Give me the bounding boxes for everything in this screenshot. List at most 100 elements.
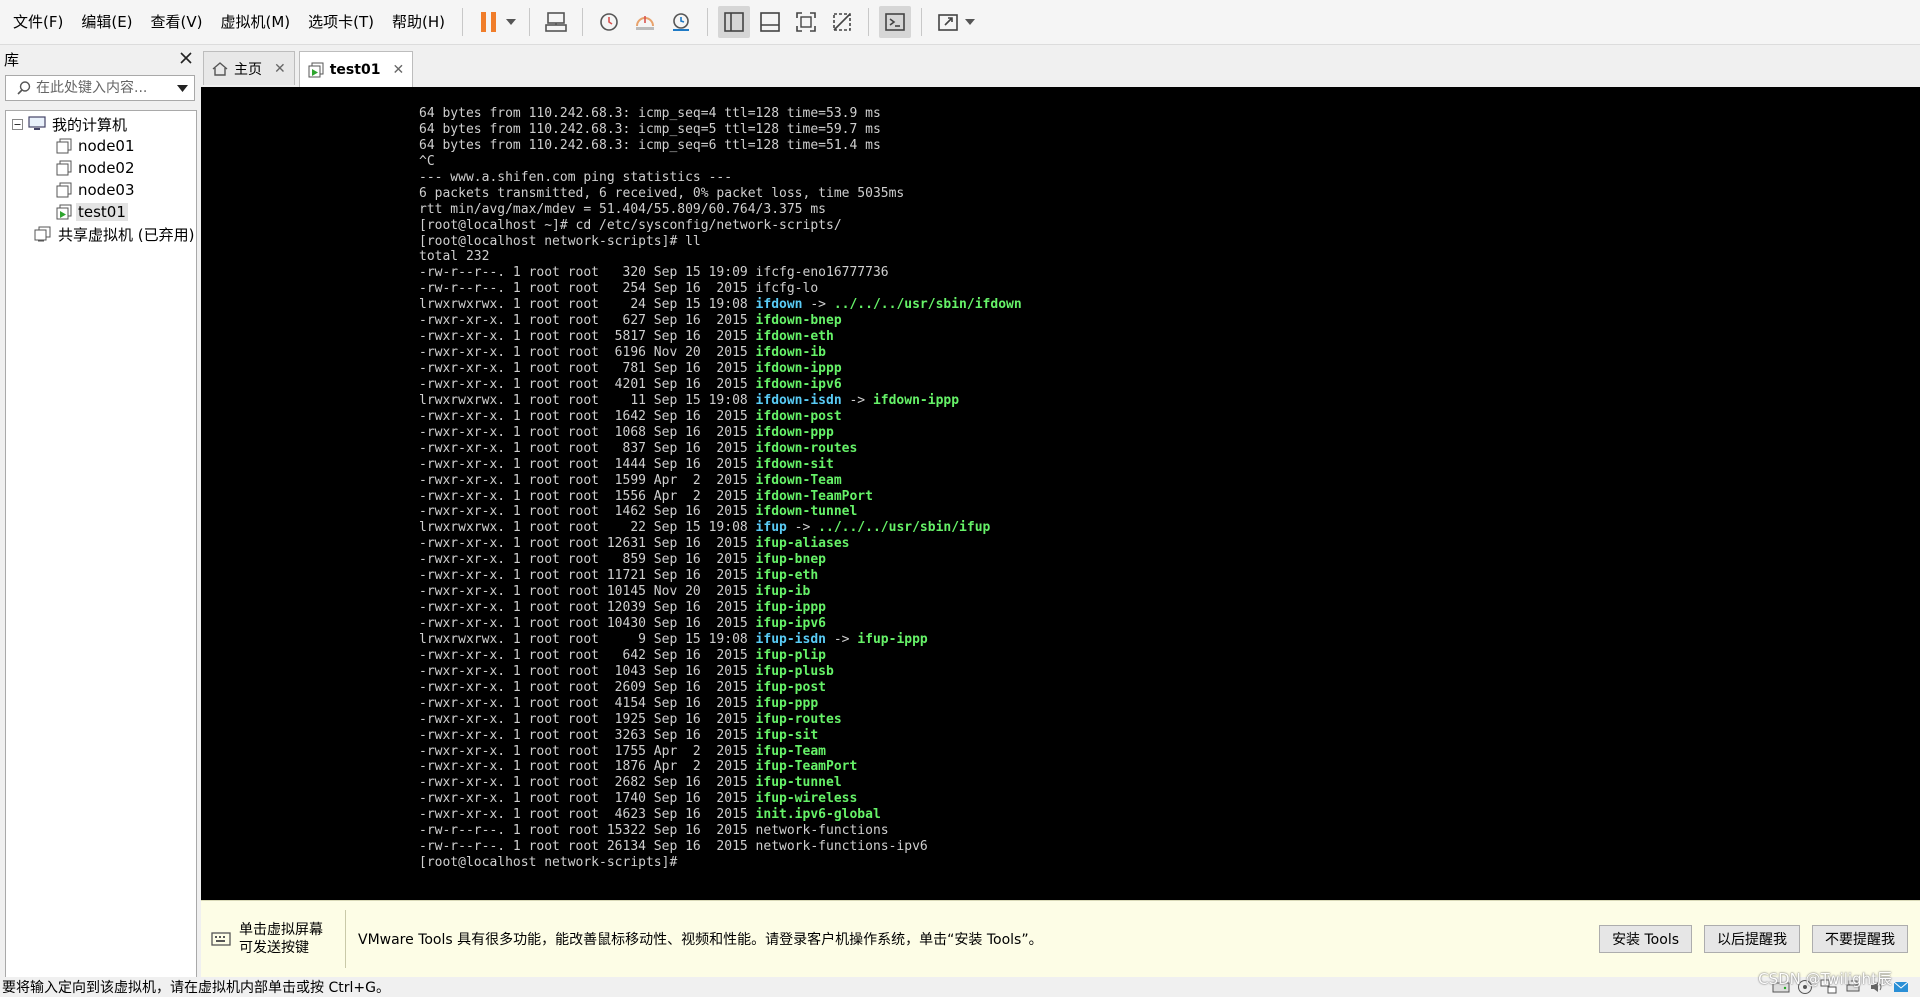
terminal-text: -rwxr-xr-x. 1 root root 1068 Sep 16 2015 (419, 424, 756, 440)
terminal-text: ifup-routes (755, 711, 842, 727)
terminal-line: -rwxr-xr-x. 1 root root 1068 Sep 16 2015… (419, 425, 1022, 441)
toolbar-separator (529, 8, 531, 36)
vm-console-screen[interactable]: 64 bytes from 110.242.68.3: icmp_seq=4 t… (201, 87, 1920, 900)
terminal-text: -rwxr-xr-x. 1 root root 2609 Sep 16 2015 (419, 679, 756, 695)
terminal-text: network-functions (755, 823, 889, 839)
search-dropdown-chevron-icon[interactable] (177, 84, 188, 92)
terminal-line: -rwxr-xr-x. 1 root root 1043 Sep 16 2015… (419, 664, 1022, 680)
terminal-text: init.ipv6-global (755, 807, 881, 823)
terminal-text: ifup-ppp (755, 695, 819, 711)
terminal-line: -rwxr-xr-x. 1 root root 10145 Nov 20 201… (419, 584, 1022, 600)
send-keys-icon[interactable] (540, 6, 572, 38)
status-text: 要将输入定向到该虚拟机，请在虚拟机内部单击或按 Ctrl+G。 (2, 980, 390, 996)
tab-test01[interactable]: test01 ✕ (298, 51, 414, 87)
terminal-text: ifdown-ib (755, 345, 826, 361)
terminal-text: -rwxr-xr-x. 1 root root 1925 Sep 16 2015 (419, 711, 756, 727)
fullscreen-fit-icon[interactable] (790, 6, 822, 38)
terminal-line: ^C (419, 154, 1022, 170)
tree-label: node03 (78, 181, 135, 199)
terminal-line: -rwxr-xr-x. 1 root root 2609 Sep 16 2015… (419, 680, 1022, 696)
terminal-text: lrwxrwxrwx. 1 root root 11 Sep 15 19:08 (419, 392, 756, 408)
terminal-line: -rwxr-xr-x. 1 root root 5817 Sep 16 2015… (419, 329, 1022, 345)
close-icon[interactable]: ✕ (274, 61, 286, 77)
shared-vm-icon (34, 226, 52, 242)
terminal-text: -rwxr-xr-x. 1 root root 6196 Nov 20 2015 (419, 345, 756, 361)
library-view-icon[interactable] (718, 6, 751, 38)
library-tree: 我的计算机 node01 node02 node03 test01 共享虚拟机 … (5, 110, 197, 978)
terminal-line: -rw-r--r--. 1 root root 15322 Sep 16 201… (419, 823, 1022, 839)
menu-view[interactable]: 查看(V) (142, 0, 212, 44)
stretch-dropdown-chevron-icon[interactable] (964, 6, 976, 38)
terminal-text: network-functions-ipv6 (755, 839, 928, 855)
terminal-text: -rwxr-xr-x. 1 root root 1740 Sep 16 2015 (419, 791, 756, 807)
terminal-text: ifup-ippp (755, 600, 826, 616)
terminal-text: ../../../usr/sbin/ifdown (833, 297, 1022, 313)
terminal-line: -rwxr-xr-x. 1 root root 6196 Nov 20 2015… (419, 345, 1022, 361)
terminal-text: ifdown-ippp (872, 392, 960, 408)
terminal-text: ifcfg-lo (755, 281, 819, 297)
dont-remind-button[interactable]: 不要提醒我 (1812, 925, 1908, 953)
toolbar-separator (462, 8, 464, 36)
terminal-text: 64 bytes from 110.242.68.3: icmp_seq=6 t… (419, 137, 881, 153)
console-view-icon[interactable] (879, 6, 912, 38)
menu-tabs[interactable]: 选项卡(T) (299, 0, 383, 44)
terminal-text: -> (802, 297, 834, 313)
terminal-text: ifdown-isdn (755, 392, 842, 408)
tree-item-node03[interactable]: node03 (56, 180, 137, 200)
terminal-line: -rwxr-xr-x. 1 root root 837 Sep 16 2015 … (419, 441, 1022, 457)
close-icon[interactable] (180, 50, 192, 68)
menu-help[interactable]: 帮助(H) (383, 0, 454, 44)
tab-bar: 主页 ✕ test01 ✕ (203, 51, 417, 87)
terminal-text: ../../../usr/sbin/ifup (818, 520, 991, 536)
terminal-text: -rwxr-xr-x. 1 root root 4154 Sep 16 2015 (419, 695, 756, 711)
tab-label: test01 (329, 61, 381, 78)
tree-item-node01[interactable]: node01 (56, 136, 137, 156)
tree-item-shared-vms[interactable]: 共享虚拟机 (已弃用) (34, 224, 196, 244)
tree-item-node02[interactable]: node02 (56, 158, 137, 178)
menu-toolbar-bar: 文件(F) 编辑(E) 查看(V) 虚拟机(M) 选项卡(T) 帮助(H) (0, 0, 1920, 45)
pause-icon[interactable] (473, 6, 505, 38)
tree-label: node01 (78, 137, 135, 155)
collapse-icon[interactable] (12, 118, 23, 130)
install-tools-button[interactable]: 安装 Tools (1599, 925, 1692, 953)
tree-item-test01[interactable]: test01 (56, 202, 128, 222)
terminal-line: -rwxr-xr-x. 1 root root 1599 Apr 2 2015 … (419, 473, 1022, 489)
terminal-text: ifdown-Team (755, 472, 842, 488)
computer-icon (28, 116, 46, 132)
terminal-text: ifup-ippp (857, 631, 928, 647)
terminal-text: -rwxr-xr-x. 1 root root 1876 Apr 2 2015 (419, 759, 756, 775)
unity-icon[interactable] (826, 6, 858, 38)
remind-later-button[interactable]: 以后提醒我 (1704, 925, 1800, 953)
click-screen-hint: 单击虚拟屏幕 可发送按键 (211, 921, 341, 957)
terminal-line: -rwxr-xr-x. 1 root root 10430 Sep 16 201… (419, 616, 1022, 632)
terminal-text: -rw-r--r--. 1 root root 15322 Sep 16 201… (419, 823, 756, 839)
revert-snapshot-icon[interactable] (629, 6, 661, 38)
menu-vm[interactable]: 虚拟机(M) (212, 0, 300, 44)
power-dropdown-chevron-icon[interactable] (505, 6, 517, 38)
snapshot-icon[interactable] (593, 6, 625, 38)
terminal-line: -rwxr-xr-x. 1 root root 12039 Sep 16 201… (419, 600, 1022, 616)
close-icon[interactable]: ✕ (392, 62, 404, 78)
snapshot-manager-icon[interactable] (665, 6, 697, 38)
terminal-text: ifup-plip (755, 647, 826, 663)
terminal-line: -rwxr-xr-x. 1 root root 3263 Sep 16 2015… (419, 728, 1022, 744)
terminal-line: -rwxr-xr-x. 1 root root 1740 Sep 16 2015… (419, 791, 1022, 807)
menu-edit[interactable]: 编辑(E) (72, 0, 141, 44)
terminal-line: -rwxr-xr-x. 1 root root 642 Sep 16 2015 … (419, 648, 1022, 664)
stretch-icon[interactable] (932, 6, 964, 38)
toolbar-separator (582, 8, 584, 36)
terminal-line: lrwxrwxrwx. 1 root root 9 Sep 15 19:08 i… (419, 632, 1022, 648)
terminal-text: -rwxr-xr-x. 1 root root 1755 Apr 2 2015 (419, 743, 756, 759)
terminal-text: ifdown-ipv6 (755, 376, 842, 392)
message-icon[interactable] (1892, 978, 1910, 996)
thumbnail-bar-icon[interactable] (754, 6, 786, 38)
tree-item-my-computer[interactable]: 我的计算机 (12, 114, 129, 134)
terminal-line: total 232 (419, 249, 1022, 265)
terminal-text: lrwxrwxrwx. 1 root root 22 Sep 15 19:08 (419, 520, 756, 536)
terminal-text: -rwxr-xr-x. 1 root root 1599 Apr 2 2015 (419, 472, 756, 488)
terminal-text: -rwxr-xr-x. 1 root root 642 Sep 16 2015 (419, 647, 756, 663)
terminal-text: -> (841, 392, 873, 408)
menu-file[interactable]: 文件(F) (0, 0, 72, 44)
library-search-input[interactable] (32, 80, 166, 96)
tab-home[interactable]: 主页 ✕ (203, 51, 295, 85)
